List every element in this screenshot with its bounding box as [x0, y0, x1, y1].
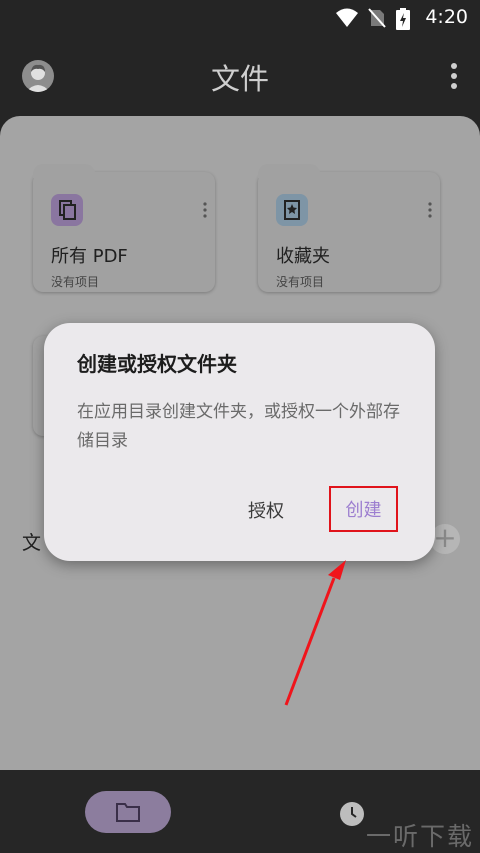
folder-icon: [116, 803, 140, 822]
battery-charging-icon: [396, 8, 410, 30]
folder-tab: [33, 164, 95, 178]
card-title: 收藏夹: [276, 246, 330, 267]
folder-tab: [258, 164, 320, 178]
app-bar: 文件: [0, 36, 480, 116]
pdf-document-icon: [51, 194, 83, 226]
bottom-navigation: 一听下载: [0, 770, 480, 853]
create-button[interactable]: 创建: [329, 486, 398, 532]
wifi-icon: [336, 8, 358, 27]
status-time: 4:20: [425, 6, 468, 28]
section-label: 文: [22, 532, 42, 554]
card-subtitle: 没有项目: [51, 275, 100, 289]
status-bar: 4:20: [0, 0, 480, 36]
status-icons: [336, 8, 410, 30]
card-menu-icon[interactable]: [203, 202, 207, 218]
page-title: 文件: [210, 62, 269, 96]
folder-card-favorites[interactable]: 收藏夹 没有项目: [258, 164, 440, 292]
folder-card-all-pdf[interactable]: 所有 PDF 没有项目: [33, 164, 215, 292]
nav-files-button[interactable]: [85, 791, 171, 833]
watermark: 一听下载: [365, 822, 474, 851]
bookmark-star-icon: [276, 194, 308, 226]
authorize-button[interactable]: 授权: [237, 495, 295, 529]
dialog-message: 在应用目录创建文件夹，或授权一个外部存储目录: [77, 402, 400, 451]
create-authorize-dialog: 创建或授权文件夹 在应用目录创建文件夹，或授权一个外部存储目录 授权 创建: [44, 323, 435, 561]
card-subtitle: 没有项目: [276, 275, 325, 289]
card-menu-icon[interactable]: [428, 202, 432, 218]
dialog-title: 创建或授权文件夹: [77, 352, 237, 376]
recent-clock-icon[interactable]: [338, 800, 366, 828]
no-sim-icon: [368, 8, 386, 28]
more-options-icon[interactable]: [450, 62, 458, 90]
card-title: 所有 PDF: [51, 246, 128, 267]
